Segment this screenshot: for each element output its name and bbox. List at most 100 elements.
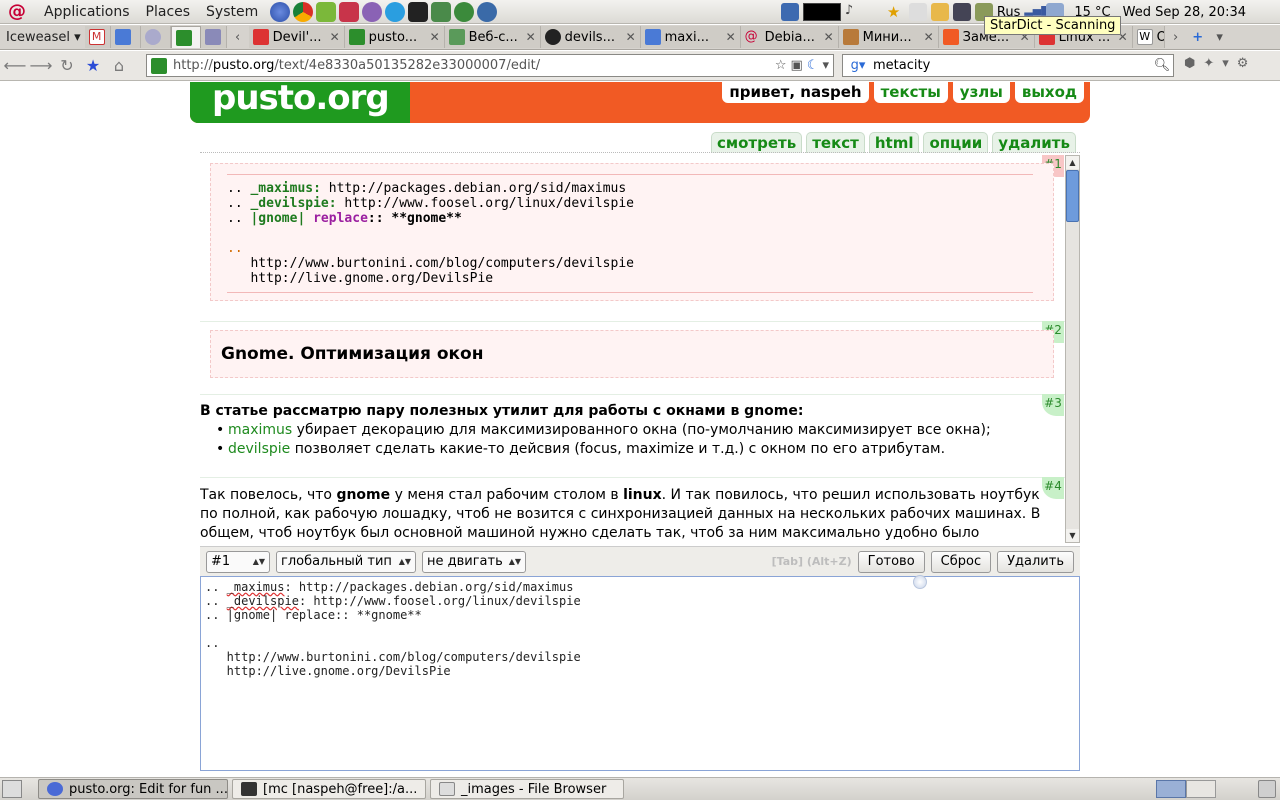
skype-launcher-icon[interactable] bbox=[385, 1, 406, 22]
maximus-link[interactable]: maximus bbox=[228, 422, 292, 438]
network-launcher-icon[interactable] bbox=[477, 1, 498, 22]
clock[interactable]: Wed Sep 28, 20:34 bbox=[1123, 5, 1246, 20]
site-logo[interactable]: pusto.org bbox=[190, 82, 410, 123]
close-icon[interactable]: ✕ bbox=[726, 30, 736, 44]
dropdown-icon[interactable]: ▾ bbox=[822, 58, 829, 73]
chrome-launcher-icon[interactable] bbox=[293, 1, 314, 22]
extension-icon[interactable]: ⬢ bbox=[1184, 56, 1195, 71]
search-icon[interactable]: 🔍︎ bbox=[1151, 58, 1173, 73]
debian-logo-icon[interactable]: @ bbox=[6, 1, 28, 23]
tab-1[interactable]: Devil'... ✕ bbox=[248, 26, 345, 48]
source-editor[interactable]: .. _maximus: http://packages.debian.org/… bbox=[200, 575, 1080, 771]
heading-block[interactable]: Gnome. Оптимизация окон bbox=[210, 330, 1054, 378]
display-icon[interactable] bbox=[952, 3, 971, 21]
back-icon[interactable]: ⟵ bbox=[2, 56, 28, 75]
tab-2[interactable]: pusto... ✕ bbox=[344, 26, 445, 48]
code-block[interactable]: .. _maximus: http://packages.debian.org/… bbox=[210, 163, 1054, 301]
terminal-launcher-icon[interactable] bbox=[408, 1, 429, 22]
tab-10[interactable]: WO bbox=[1132, 26, 1165, 48]
resize-handle[interactable] bbox=[913, 575, 927, 589]
close-icon[interactable]: ✕ bbox=[430, 30, 440, 44]
volume-icon[interactable]: ♪ bbox=[845, 3, 863, 21]
body-paragraph[interactable]: Так повелось, что gnome у меня стал рабо… bbox=[200, 486, 1050, 543]
workspace-2[interactable] bbox=[1186, 780, 1216, 798]
extension2-icon[interactable]: ✦ bbox=[1203, 56, 1214, 71]
editor-launcher-icon[interactable] bbox=[431, 1, 452, 22]
tab-delete[interactable]: удалить bbox=[992, 132, 1076, 153]
scroll-thumb[interactable] bbox=[1066, 170, 1079, 222]
task-terminal[interactable]: [mc [naspeh@free]:/a... bbox=[232, 779, 426, 799]
tab-translate[interactable] bbox=[110, 26, 141, 48]
reload-icon[interactable]: ↻ bbox=[54, 56, 80, 75]
tab-text[interactable]: текст bbox=[806, 132, 865, 153]
moon-icon[interactable]: ☾ bbox=[807, 58, 819, 73]
close-icon[interactable]: ✕ bbox=[330, 30, 340, 44]
task-browser[interactable]: pusto.org: Edit for fun ... bbox=[38, 779, 228, 799]
workspace-1[interactable] bbox=[1156, 780, 1186, 798]
system-menu[interactable]: System bbox=[198, 4, 266, 20]
scroll-down-icon[interactable]: ▼ bbox=[1066, 529, 1079, 542]
intro-paragraph[interactable]: В статье рассматрю пару полезных утилит … bbox=[200, 402, 1050, 421]
forward-icon[interactable]: ⟶ bbox=[28, 56, 54, 75]
block-select[interactable]: #1 ▲▼ bbox=[206, 550, 270, 573]
devilspie-link[interactable]: devilspie bbox=[228, 441, 290, 457]
star-icon[interactable]: ★ bbox=[887, 3, 905, 21]
search-bar[interactable]: g▾ metacity 🔍︎ bbox=[842, 54, 1174, 77]
mail-icon[interactable] bbox=[908, 3, 927, 21]
tab-circle[interactable] bbox=[140, 26, 171, 48]
user-greeting[interactable]: привет, naspeh bbox=[722, 82, 869, 103]
tab-4[interactable]: devils... ✕ bbox=[540, 26, 641, 48]
home-icon[interactable]: ⌂ bbox=[106, 56, 132, 75]
nav-nodes[interactable]: узлы bbox=[952, 82, 1010, 103]
bookmark-star-icon[interactable]: ★ bbox=[80, 56, 106, 75]
show-desktop-icon[interactable] bbox=[2, 780, 22, 798]
p-icon[interactable] bbox=[930, 3, 949, 21]
tabs-scroll-right-icon[interactable]: › bbox=[1165, 30, 1187, 45]
tab-view[interactable]: смотреть bbox=[710, 132, 803, 153]
nav-texts[interactable]: тексты bbox=[873, 82, 948, 103]
close-icon[interactable]: ✕ bbox=[626, 30, 636, 44]
list-item[interactable]: devilspie позволяет сделать какие-то дей… bbox=[216, 440, 945, 459]
tab-html[interactable]: html bbox=[868, 132, 920, 153]
app-launcher-icon[interactable] bbox=[339, 1, 360, 22]
tabs-list-icon[interactable]: ▾ bbox=[1209, 30, 1231, 45]
done-button[interactable]: Готово bbox=[857, 550, 925, 573]
task-file-browser[interactable]: _images - File Browser bbox=[430, 779, 624, 799]
tab-5[interactable]: maxi... ✕ bbox=[640, 26, 741, 48]
pidgin-purple-launcher-icon[interactable] bbox=[362, 1, 383, 22]
tab-7[interactable]: Мини... ✕ bbox=[838, 26, 939, 48]
gear-icon[interactable]: ⚙ bbox=[1237, 56, 1249, 71]
tab-zy[interactable] bbox=[200, 26, 227, 48]
browser-menu[interactable]: Iceweasel ▾ bbox=[0, 30, 85, 45]
iceweasel-launcher-icon[interactable] bbox=[270, 1, 291, 22]
opera-launcher-icon[interactable] bbox=[454, 1, 475, 22]
type-select[interactable]: глобальный тип ▲▼ bbox=[276, 550, 416, 573]
close-icon[interactable]: ✕ bbox=[924, 30, 934, 44]
trash-icon[interactable] bbox=[1258, 780, 1276, 798]
close-icon[interactable]: ✕ bbox=[824, 30, 834, 44]
delete-button[interactable]: Удалить bbox=[997, 550, 1074, 573]
network-monitor-icon[interactable] bbox=[780, 3, 799, 21]
cpu-graph[interactable] bbox=[802, 3, 841, 21]
feed-icon[interactable]: ▣ bbox=[791, 58, 803, 73]
move-select[interactable]: не двигать ▲▼ bbox=[422, 550, 526, 573]
reset-button[interactable]: Сброс bbox=[930, 550, 992, 573]
nav-logout[interactable]: выход bbox=[1014, 82, 1084, 103]
scroll-up-icon[interactable]: ▲ bbox=[1066, 156, 1079, 169]
content-scrollbar[interactable]: ▲ ▼ bbox=[1065, 155, 1080, 543]
tab-pusto-active[interactable] bbox=[170, 26, 201, 48]
new-tab-icon[interactable]: + bbox=[1187, 30, 1209, 45]
bookmark-page-icon[interactable]: ☆ bbox=[775, 58, 787, 73]
list-item[interactable]: maximus убирает декорацию для максимизир… bbox=[216, 421, 991, 440]
tab-6[interactable]: @ Debia... ✕ bbox=[740, 26, 839, 48]
tab-3[interactable]: Веб-с... ✕ bbox=[444, 26, 541, 48]
close-icon[interactable]: ✕ bbox=[526, 30, 536, 44]
search-input[interactable]: metacity bbox=[873, 58, 930, 73]
pidgin-launcher-icon[interactable] bbox=[316, 1, 337, 22]
menu-chevron-icon[interactable]: ▾ bbox=[1222, 56, 1229, 71]
google-engine-icon[interactable]: g▾ bbox=[843, 58, 873, 73]
applications-menu[interactable]: Applications bbox=[36, 4, 138, 20]
tab-options[interactable]: опции bbox=[923, 132, 989, 153]
tab-gmail[interactable]: M bbox=[84, 26, 111, 48]
places-menu[interactable]: Places bbox=[138, 4, 199, 20]
